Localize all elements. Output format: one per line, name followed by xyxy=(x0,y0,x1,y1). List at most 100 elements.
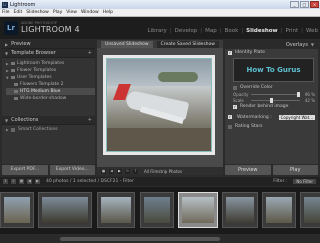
expand-triangle-icon: ▼ xyxy=(310,42,314,47)
template-icon xyxy=(14,90,18,93)
template-folder[interactable]: ▶ Flower Templates xyxy=(6,67,95,74)
forward-arrow-icon[interactable]: ▶ xyxy=(35,179,40,184)
smart-collections-item[interactable]: ▶ Smart Collections xyxy=(2,125,95,134)
rotate-icon[interactable]: ↻ xyxy=(125,168,130,174)
template-item[interactable]: Flowers Template 2 xyxy=(6,81,95,88)
menu-edit[interactable]: Edit xyxy=(14,10,23,15)
module-slideshow[interactable]: Slideshow xyxy=(246,28,277,34)
overlays-header[interactable]: Overlays ▼ xyxy=(225,40,318,49)
override-color-checkbox[interactable] xyxy=(233,85,237,90)
filmstrip-scrollbar[interactable] xyxy=(0,235,320,243)
folder-icon xyxy=(11,69,15,72)
tab-unsaved-slideshow[interactable]: Unsaved Slideshow xyxy=(101,41,153,48)
watermarking-checkbox[interactable]: ✓ xyxy=(228,115,232,119)
add-collection-icon[interactable]: + xyxy=(88,117,92,123)
menu-file[interactable]: File xyxy=(2,10,10,15)
override-color-option[interactable]: Override Color xyxy=(225,84,318,91)
watermarking-option[interactable]: ✓ Watermarking : Copyright Wat... xyxy=(225,113,318,121)
identity-plate-option[interactable]: ✓ Identity Plate xyxy=(225,49,318,56)
menu-window[interactable]: Window xyxy=(81,10,99,15)
module-picker: Library | Develop | Map | Book | Slideshow | … xyxy=(147,28,318,34)
preview-button[interactable]: Preview xyxy=(225,165,271,175)
template-icon xyxy=(14,83,18,86)
scale-slider[interactable]: Scale 42 % xyxy=(225,97,318,103)
filmstrip-thumbnail[interactable] xyxy=(0,192,34,228)
filmstrip-thumbnail[interactable] xyxy=(140,192,174,228)
module-map[interactable]: Map xyxy=(205,28,217,34)
identity-plate-text: How To Gurus xyxy=(246,66,301,74)
module-book[interactable]: Book xyxy=(225,28,239,34)
menu-view[interactable]: View xyxy=(66,10,77,15)
slide-preview[interactable] xyxy=(103,55,215,155)
secondary-display-icon[interactable]: 2 xyxy=(11,179,16,184)
filmstrip-thumbnail[interactable] xyxy=(262,192,296,228)
filmstrip-thumbnail[interactable] xyxy=(38,192,92,228)
smart-collection-icon xyxy=(11,127,15,132)
maximize-button[interactable]: □ xyxy=(300,1,309,8)
render-behind-option[interactable]: ✓ Render behind image xyxy=(225,103,318,110)
template-item[interactable]: Wide-border-shadow xyxy=(6,95,95,102)
opacity-slider-knob[interactable] xyxy=(296,91,300,97)
export-buttons: Export PDF... Export Video... xyxy=(2,165,95,175)
right-panel: Overlays ▼ ✓ Identity Plate How To Gurus… xyxy=(225,40,318,164)
collections-header[interactable]: ▼ Collections + xyxy=(2,116,95,125)
previous-icon[interactable]: ◀ xyxy=(109,168,114,174)
module-library[interactable]: Library xyxy=(148,28,167,34)
create-saved-slideshow-button[interactable]: Create Saved Slideshow xyxy=(156,41,219,48)
primary-display-icon[interactable]: 1 xyxy=(3,179,8,184)
template-folder[interactable]: ▼ User Templates xyxy=(6,74,95,81)
thumbnail-photo xyxy=(4,197,30,223)
menu-bar: File Edit Slideshow Play View Window Hel… xyxy=(0,9,320,17)
stop-icon[interactable]: ■ xyxy=(101,168,106,174)
play-button[interactable]: Play xyxy=(272,165,318,175)
module-develop[interactable]: Develop xyxy=(175,28,198,34)
module-print[interactable]: Print xyxy=(285,28,298,34)
playback-buttons: Preview Play xyxy=(225,165,318,175)
preview-label: Preview xyxy=(11,41,31,47)
export-pdf-button[interactable]: Export PDF... xyxy=(2,165,48,175)
watermark-select[interactable]: Copyright Wat... xyxy=(278,114,315,120)
menu-help[interactable]: Help xyxy=(103,10,113,15)
identity-plate-editor[interactable]: How To Gurus xyxy=(233,58,314,82)
thumbnail-photo xyxy=(42,197,88,223)
play-icon[interactable]: ▶ xyxy=(117,168,122,174)
rating-stars-option[interactable]: Rating Stars xyxy=(225,123,318,130)
grid-icon[interactable]: ▦ xyxy=(19,179,24,184)
add-text-icon[interactable]: T xyxy=(133,168,138,174)
template-item-selected[interactable]: HTG Medium Blue xyxy=(6,88,95,95)
thumbnail-photo xyxy=(266,197,292,223)
filmstrip xyxy=(0,187,320,234)
menu-slideshow[interactable]: Slideshow xyxy=(26,10,49,15)
template-browser-header[interactable]: ▼ Template Browser + xyxy=(2,49,95,58)
filter-select[interactable]: No Filter xyxy=(293,179,316,184)
scale-slider-knob[interactable] xyxy=(270,97,274,103)
identity-bar: Lr ADOBE PHOTOSHOP LIGHTROOM 4 Library | … xyxy=(0,17,320,39)
slideshow-tabs: Unsaved Slideshow Create Saved Slideshow xyxy=(97,40,223,48)
thumbnail-photo xyxy=(144,197,170,223)
minimize-button[interactable]: _ xyxy=(290,1,299,8)
template-tree: ▶ Lightroom Templates ▶ Flower Templates… xyxy=(2,58,95,104)
module-web[interactable]: Web xyxy=(306,28,318,34)
thumbnail-photo xyxy=(182,197,214,223)
folder-icon xyxy=(11,76,15,79)
export-video-button[interactable]: Export Video... xyxy=(49,165,95,175)
filmstrip-scroll-thumb[interactable] xyxy=(60,237,220,241)
filmstrip-thumbnail[interactable] xyxy=(300,192,320,228)
filmstrip-thumbnail[interactable] xyxy=(222,192,258,228)
folder-icon xyxy=(11,62,15,65)
playback-source[interactable]: All Filmstrip Photos xyxy=(144,169,182,174)
render-behind-checkbox[interactable]: ✓ xyxy=(233,104,237,109)
identity-plate-checkbox[interactable]: ✓ xyxy=(228,50,232,55)
template-folder[interactable]: ▶ Lightroom Templates xyxy=(6,60,95,67)
filmstrip-thumbnail[interactable] xyxy=(178,192,218,228)
menu-play[interactable]: Play xyxy=(53,10,62,15)
filmstrip-thumbnail[interactable] xyxy=(97,192,135,228)
rating-stars-checkbox[interactable] xyxy=(228,124,232,129)
back-arrow-icon[interactable]: ◀ xyxy=(27,179,32,184)
preview-panel-header[interactable]: ▶ Preview xyxy=(2,40,95,49)
expand-triangle-icon: ▼ xyxy=(5,50,9,56)
filmstrip-source-info[interactable]: 40 photos / 1 selected / DSCF21 - Filter xyxy=(46,179,134,184)
slideshow-editor: Unsaved Slideshow Create Saved Slideshow… xyxy=(97,40,223,175)
close-button[interactable]: × xyxy=(310,1,319,8)
add-template-icon[interactable]: + xyxy=(88,50,92,56)
